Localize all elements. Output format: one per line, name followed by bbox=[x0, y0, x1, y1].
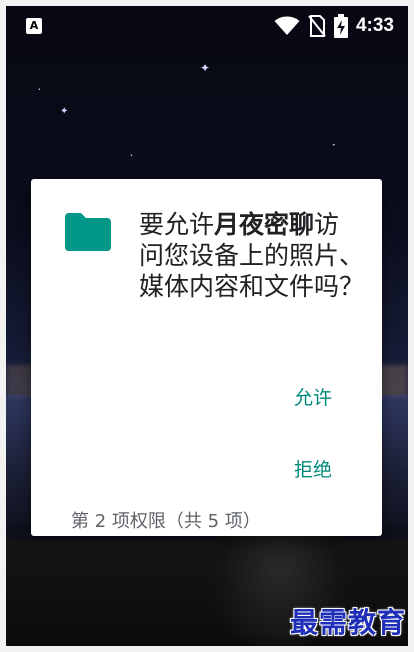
permission-dialog: 要允许月夜密聊访问您设备上的照片、媒体内容和文件吗？ 允许 拒绝 第 2 项权限… bbox=[31, 179, 382, 536]
allow-button[interactable]: 允许 bbox=[294, 383, 332, 410]
wifi-icon bbox=[274, 16, 300, 35]
no-sim-icon bbox=[308, 15, 326, 37]
frame-border bbox=[0, 0, 6, 652]
dialog-title: 要允许月夜密聊访问您设备上的照片、媒体内容和文件吗？ bbox=[139, 209, 364, 302]
star-decoration: • bbox=[130, 153, 133, 159]
status-bar: A 4:33 bbox=[6, 6, 408, 46]
star-decoration: ✦ bbox=[200, 61, 211, 75]
frame-border bbox=[408, 0, 414, 652]
status-icons: 4:33 bbox=[274, 14, 394, 38]
frame-border bbox=[0, 646, 414, 652]
permission-count: 第 2 项权限（共 5 项） bbox=[71, 511, 261, 532]
app-name: 月夜密聊 bbox=[214, 210, 315, 239]
title-prefix: 要允许 bbox=[139, 210, 215, 239]
star-decoration: • bbox=[332, 142, 336, 149]
star-decoration: ✦ bbox=[60, 106, 69, 117]
folder-icon bbox=[65, 213, 111, 251]
watermark-logo: 最需教育 bbox=[290, 606, 407, 639]
star-decoration: • bbox=[38, 87, 41, 93]
deny-button[interactable]: 拒绝 bbox=[294, 455, 332, 482]
battery-charging-icon bbox=[333, 14, 348, 38]
accessibility-app-icon: A bbox=[26, 18, 42, 34]
status-time: 4:33 bbox=[355, 15, 394, 36]
